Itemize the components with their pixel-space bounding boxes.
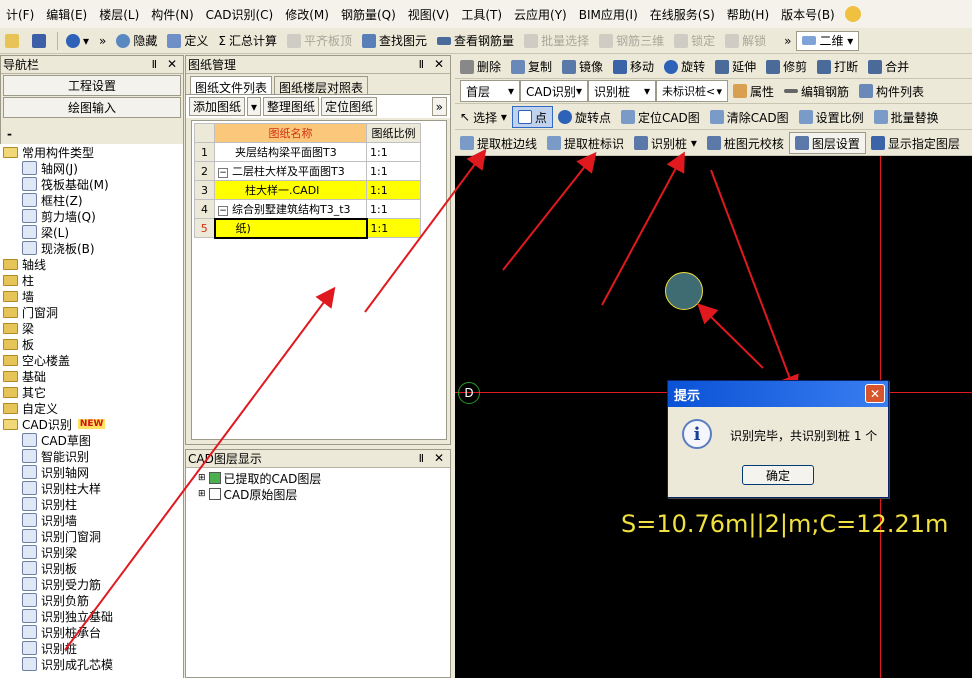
result-dialog: 提示 ✕ i 识别完毕，共识别到桩 1 个 确定 (667, 380, 889, 498)
ok-button[interactable]: 确定 (742, 465, 814, 485)
arrow-to-extract-mark (502, 151, 597, 271)
arrow-to-recognize-button (601, 151, 685, 306)
info-icon: i (682, 419, 712, 449)
arrow-to-pile (697, 303, 764, 369)
dialog-message: 识别完毕，共识别到桩 1 个 (730, 429, 878, 443)
annotation-arrows (64, 148, 799, 651)
dialog-title-bar: 提示 ✕ (668, 381, 888, 407)
close-icon[interactable]: ✕ (865, 384, 885, 403)
arrow-to-extract-edge (364, 148, 487, 313)
arrow-to-recognize-pile (64, 286, 336, 651)
dialog-title: 提示 (674, 388, 701, 404)
